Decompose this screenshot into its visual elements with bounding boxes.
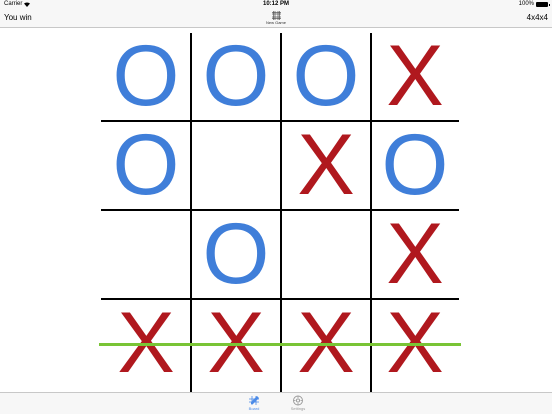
- winning-line: [99, 343, 461, 346]
- tab-board[interactable]: Board: [239, 395, 269, 412]
- board-size-label: 4x4x4: [526, 13, 548, 22]
- board-cell-r2-c4[interactable]: O: [370, 121, 460, 209]
- board-cell-r3-c4[interactable]: X: [370, 210, 460, 298]
- settings-gear-icon: [293, 395, 303, 406]
- battery-icon: [536, 2, 550, 7]
- tab-board-label: Board: [248, 406, 260, 411]
- nav-bar: You win New Game 4x4x4: [0, 9, 552, 28]
- status-bar: Carrier 10:12 PM 100%: [0, 0, 552, 9]
- board-cell-r3-c2[interactable]: O: [191, 210, 281, 298]
- board-cell-r1-c4[interactable]: X: [370, 32, 460, 120]
- board-cell-r3-c1[interactable]: [101, 210, 191, 298]
- tab-bar: Board Settings: [0, 392, 552, 414]
- tab-settings-label: Settings: [290, 406, 306, 411]
- board-cell-r2-c3[interactable]: X: [281, 121, 371, 209]
- new-game-button[interactable]: New Game: [256, 11, 296, 27]
- game-status: You win: [4, 13, 32, 22]
- new-game-label: New Game: [265, 20, 286, 25]
- battery-percent: 100%: [518, 1, 534, 7]
- status-time: 10:12 PM: [262, 1, 289, 7]
- app-window: Carrier 10:12 PM 100% You win New Game 4…: [0, 0, 552, 414]
- board-cell-r2-c2[interactable]: [191, 121, 281, 209]
- board-cell-r1-c3[interactable]: O: [281, 32, 371, 120]
- tab-settings[interactable]: Settings: [283, 395, 313, 412]
- board-pencil-icon: [249, 396, 259, 405]
- grid-icon: [271, 11, 281, 20]
- board-cell-r1-c2[interactable]: O: [191, 32, 281, 120]
- status-right: 100%: [518, 1, 550, 8]
- board-cell-r1-c1[interactable]: O: [101, 32, 191, 120]
- game-board: O O O X O X O O X X X X X: [0, 28, 552, 392]
- board-cell-r3-c3[interactable]: [281, 210, 371, 298]
- board-cell-r2-c1[interactable]: O: [101, 121, 191, 209]
